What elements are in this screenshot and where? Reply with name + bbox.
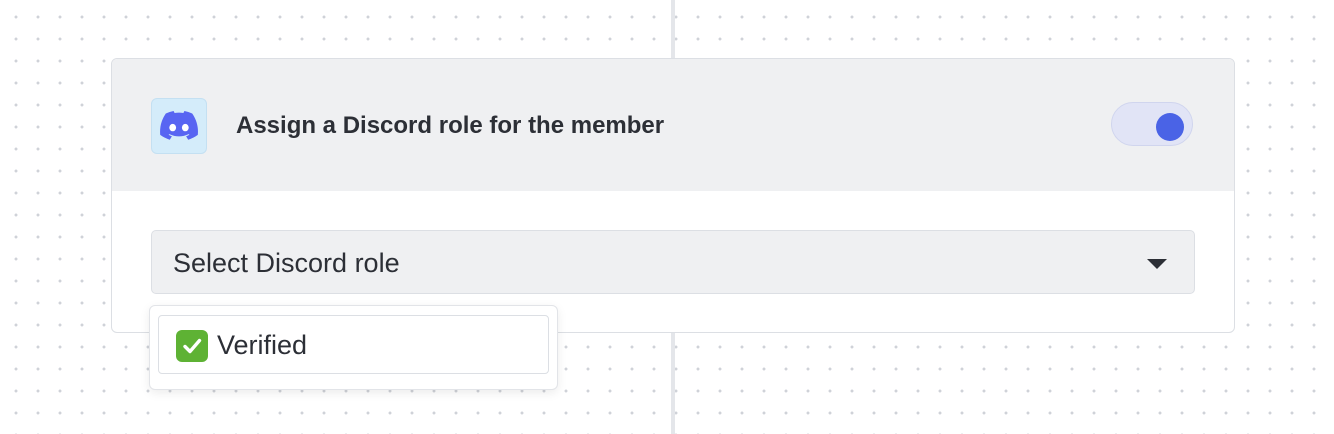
discord-role-select[interactable]: Select Discord role [151, 230, 1195, 294]
check-mark-icon [176, 330, 208, 362]
card-header: Assign a Discord role for the member [112, 59, 1234, 191]
card-title: Assign a Discord role for the member [236, 112, 665, 139]
discord-icon [151, 98, 207, 154]
enable-toggle[interactable] [1111, 102, 1193, 146]
role-dropdown-menu: Verified [149, 305, 558, 390]
role-option-label: Verified [217, 330, 308, 360]
discord-role-action-card: Assign a Discord role for the member Sel… [111, 58, 1235, 333]
caret-down-icon [1147, 259, 1167, 269]
toggle-knob [1156, 113, 1184, 141]
role-option-verified[interactable]: Verified [158, 315, 549, 374]
role-select-placeholder: Select Discord role [173, 248, 400, 278]
